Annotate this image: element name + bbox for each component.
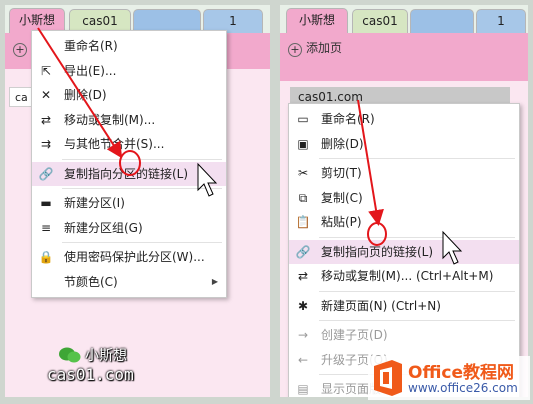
annotation-arrow: [37, 27, 123, 159]
brand-name: Office教程网: [408, 363, 515, 383]
annotation-overlay: [37, 27, 463, 265]
brand-url: www.office26.com: [408, 381, 518, 395]
annotation-circle: [367, 222, 387, 246]
annotation-arrow: [357, 99, 384, 226]
brand-badge: Office教程网 www.office26.com: [368, 356, 530, 400]
cursor-icon: [442, 230, 463, 265]
office-logo-icon: [374, 360, 402, 396]
cursor-icon: [197, 162, 218, 197]
annotation-circle: [119, 150, 141, 176]
